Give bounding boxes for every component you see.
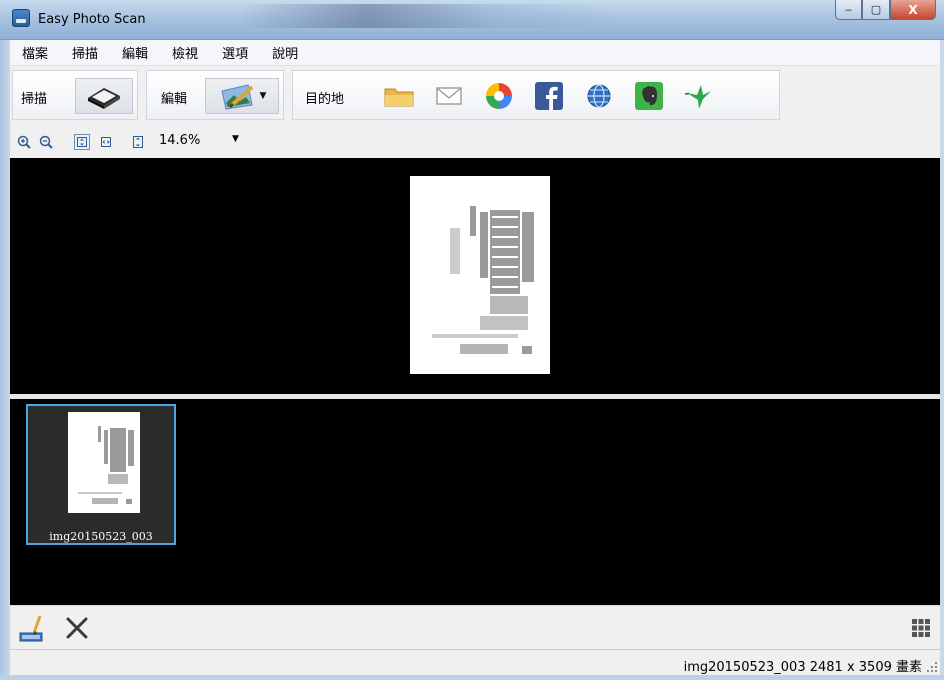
zoom-in-button[interactable] xyxy=(16,134,32,150)
scanner-icon xyxy=(88,88,120,109)
scan-group: 掃描 xyxy=(12,70,138,120)
fit-height-icon xyxy=(133,136,143,148)
fit-page-icon xyxy=(77,137,87,147)
grid-view-icon xyxy=(912,619,930,637)
thumbnail-view-button[interactable] xyxy=(906,612,936,644)
google-photos-icon xyxy=(486,83,512,109)
fit-page-button[interactable] xyxy=(74,134,90,150)
edit-button[interactable]: ▼ xyxy=(205,78,279,114)
menu-view[interactable]: 檢視 xyxy=(160,43,210,62)
app-scanner-icon[interactable] xyxy=(12,9,30,27)
edit-pen-icon xyxy=(19,615,43,642)
evernote-icon xyxy=(635,82,663,110)
menu-file[interactable]: 檔案 xyxy=(10,43,60,62)
close-icon: X xyxy=(908,2,918,17)
destination-label: 目的地 xyxy=(305,92,345,107)
edit-group: 編輯 ▼ xyxy=(146,70,284,120)
menu-options[interactable]: 選項 xyxy=(210,43,260,62)
scan-to-application-button[interactable] xyxy=(18,612,48,644)
delete-button[interactable] xyxy=(62,612,92,644)
title-bar[interactable]: Easy Photo Scan ‒ ▢ X xyxy=(0,0,944,40)
edit-label: 編輯 xyxy=(161,92,188,107)
fit-height-button[interactable] xyxy=(130,134,146,150)
window-frame-right xyxy=(940,40,944,680)
zoom-level[interactable]: 14.6% xyxy=(159,133,200,148)
window-frame-left xyxy=(0,40,10,680)
image-preview[interactable] xyxy=(10,158,940,394)
send-email-button[interactable] xyxy=(429,78,469,114)
destination-group: 目的地 xyxy=(292,70,780,120)
menu-edit[interactable]: 編輯 xyxy=(110,43,160,62)
thumbnail-label: img20150523_003 xyxy=(49,530,153,543)
maximize-icon: ▢ xyxy=(870,3,882,16)
scan-label: 掃描 xyxy=(21,92,48,107)
delete-x-icon xyxy=(66,617,88,639)
scan-button[interactable] xyxy=(75,78,133,114)
menu-scan[interactable]: 掃描 xyxy=(60,43,110,62)
status-bar: img20150523_003 2481 x 3509 畫素 xyxy=(10,649,940,675)
title-bar-glass xyxy=(240,4,620,28)
web-globe-icon xyxy=(587,84,611,108)
thumbnail-document-image xyxy=(78,426,134,504)
thumbnail-image xyxy=(68,412,140,513)
fit-width-icon xyxy=(101,137,111,147)
menu-help[interactable]: 說明 xyxy=(260,43,310,62)
resize-grip-icon[interactable] xyxy=(926,661,938,673)
window-controls: ‒ ▢ X xyxy=(835,0,936,20)
close-button[interactable]: X xyxy=(890,0,936,20)
facebook-button[interactable] xyxy=(529,78,569,114)
toolbar: 掃描 編輯 ▼ 目的地 xyxy=(10,66,940,124)
facebook-icon xyxy=(535,82,563,110)
minimize-button[interactable]: ‒ xyxy=(835,0,862,20)
google-photos-button[interactable] xyxy=(479,78,519,114)
window-frame-bottom xyxy=(0,675,944,680)
maximize-button[interactable]: ▢ xyxy=(862,0,890,20)
evernote-button[interactable] xyxy=(629,78,669,114)
menu-bar: 檔案 掃描 編輯 檢視 選項 說明 xyxy=(10,40,940,66)
window-title: Easy Photo Scan xyxy=(38,12,146,27)
fit-width-button[interactable] xyxy=(98,134,114,150)
zoom-in-icon xyxy=(17,135,31,149)
status-image-info: img20150523_003 2481 x 3509 畫素 xyxy=(683,660,922,675)
hummingbird-button[interactable] xyxy=(679,78,719,114)
email-icon xyxy=(436,87,462,105)
web-upload-button[interactable] xyxy=(579,78,619,114)
edit-dropdown-arrow-icon[interactable]: ▼ xyxy=(260,91,267,101)
zoom-out-button[interactable] xyxy=(38,134,54,150)
zoom-dropdown-arrow-icon[interactable]: ▼ xyxy=(232,134,239,144)
folder-icon xyxy=(384,88,414,107)
save-to-folder-button[interactable] xyxy=(379,78,419,114)
thumbnail-item[interactable]: img20150523_003 xyxy=(26,404,176,545)
hummingbird-icon xyxy=(684,85,711,109)
minimize-icon: ‒ xyxy=(845,3,852,16)
edit-photo-icon xyxy=(220,84,253,110)
action-bar xyxy=(10,605,940,649)
scanned-page-preview xyxy=(410,176,550,374)
zoom-out-icon xyxy=(39,135,53,149)
thumbnail-panel: img20150523_003 xyxy=(10,399,940,605)
zoom-bar: 14.6% ▼ xyxy=(10,124,940,158)
document-content-image xyxy=(432,206,534,354)
